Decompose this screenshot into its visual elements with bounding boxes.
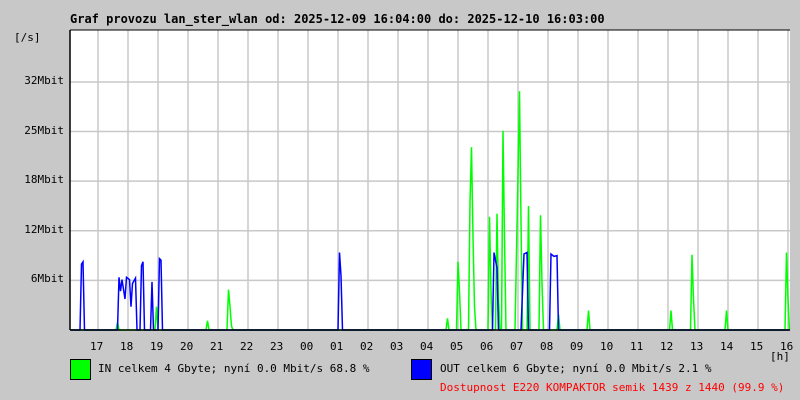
- x-tick-label: 14: [720, 340, 734, 353]
- x-tick-label: 04: [420, 340, 434, 353]
- x-tick-label: 06: [480, 340, 494, 353]
- x-tick-label: 21: [210, 340, 224, 353]
- x-tick-label: 09: [570, 340, 584, 353]
- x-tick-label: 02: [360, 340, 374, 353]
- x-tick-label: 10: [600, 340, 614, 353]
- x-tick-label: 20: [180, 340, 194, 353]
- x-tick-label: 15: [750, 340, 764, 353]
- plot-background: [70, 30, 790, 330]
- legend-in: IN celkem 4 Gbyte; nyní 0.0 Mbit/s 68.8 …: [98, 362, 370, 375]
- x-tick-label: 11: [630, 340, 644, 353]
- y-tick-label: 25Mbit: [24, 123, 64, 137]
- legend-out-swatch: [411, 359, 432, 380]
- x-tick-label: 13: [690, 340, 704, 353]
- legend-in-swatch: [70, 359, 91, 380]
- y-tick-label: 6Mbit: [30, 272, 64, 286]
- x-tick-label: 07: [510, 340, 524, 353]
- x-tick-label: 03: [390, 340, 404, 353]
- y-tick-label: 18Mbit: [24, 173, 64, 187]
- y-tick-label: 32Mbit: [24, 73, 64, 87]
- x-tick-label: 12: [660, 340, 674, 353]
- traffic-graph: Graf provozu lan_ster_wlan od: 2025-12-0…: [0, 0, 800, 400]
- availability-text: Dostupnost E220 KOMPAKTOR semik 1439 z 1…: [440, 381, 785, 394]
- y-tick-label: 12Mbit: [24, 222, 64, 236]
- x-tick-label: 00: [300, 340, 314, 353]
- x-tick-label: 05: [450, 340, 464, 353]
- legend-out: OUT celkem 6 Gbyte; nyní 0.0 Mbit/s 2.1 …: [440, 362, 712, 375]
- x-tick-label: 19: [150, 340, 164, 353]
- x-tick-label: 01: [330, 340, 344, 353]
- x-tick-label: 23: [270, 340, 284, 353]
- x-tick-label: 08: [540, 340, 554, 353]
- x-tick-label: 22: [240, 340, 254, 353]
- x-tick-label: 16: [780, 340, 794, 353]
- x-tick-label: 17: [90, 340, 104, 353]
- x-tick-label: 18: [120, 340, 134, 353]
